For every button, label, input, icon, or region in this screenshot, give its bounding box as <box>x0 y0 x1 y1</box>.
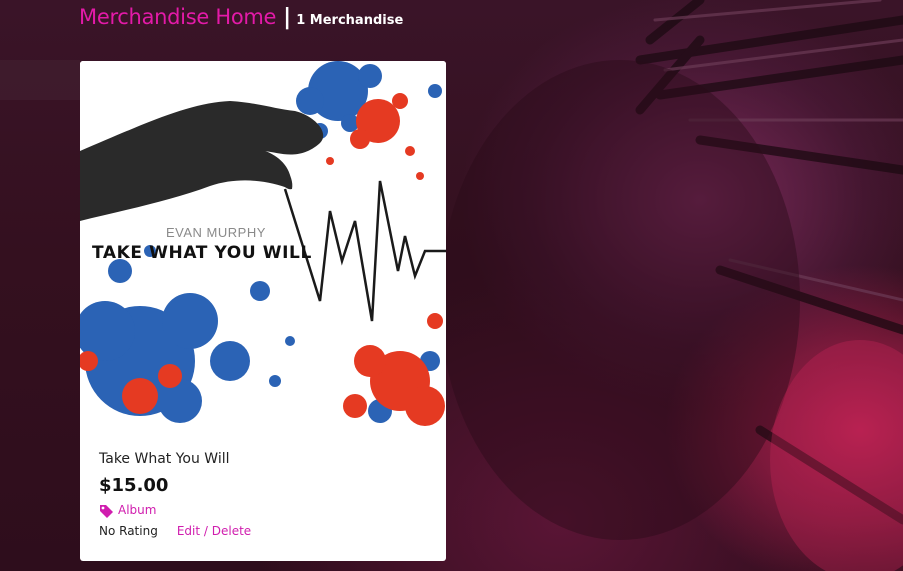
cover-artist-text: EVAN MURPHY <box>166 225 266 240</box>
cover-title-text: TAKE WHAT YOU WILL <box>92 243 312 263</box>
page-header: Merchandise Home | 1 Merchandise <box>79 5 403 35</box>
card-footer: No Rating Edit / Delete <box>99 524 429 538</box>
rating-text: No Rating <box>99 524 158 538</box>
product-category[interactable]: Album <box>99 503 429 518</box>
product-info: Take What You Will $15.00 Album No Ratin… <box>99 451 429 538</box>
edit-delete-link[interactable]: Edit / Delete <box>177 524 251 538</box>
album-cover-image[interactable]: EVAN MURPHY TAKE WHAT YOU WILL <box>80 61 446 428</box>
page-title: Merchandise Home <box>79 5 277 29</box>
tag-icon <box>99 503 114 518</box>
title-separator: | <box>283 5 292 30</box>
product-name[interactable]: Take What You Will <box>99 451 429 467</box>
product-price: $15.00 <box>99 475 169 496</box>
category-link[interactable]: Album <box>118 503 156 517</box>
merchandise-count: 1 Merchandise <box>296 13 404 28</box>
merchandise-card[interactable]: EVAN MURPHY TAKE WHAT YOU WILL Take What… <box>80 61 446 561</box>
